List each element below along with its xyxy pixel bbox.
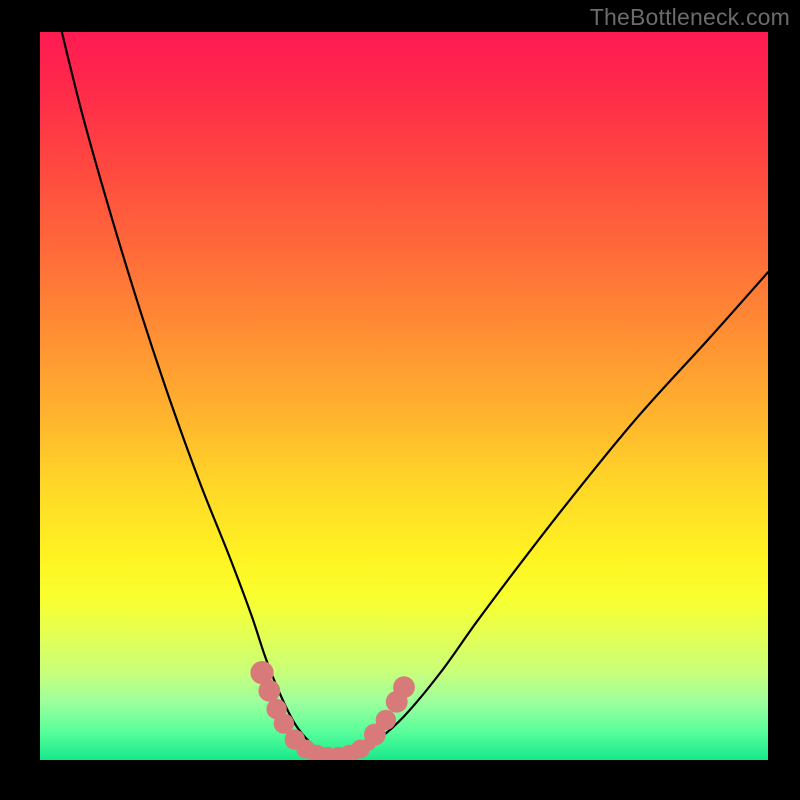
curve-marker bbox=[393, 676, 415, 698]
watermark-text: TheBottleneck.com bbox=[590, 4, 790, 31]
bottleneck-curve bbox=[62, 32, 768, 756]
curve-markers bbox=[250, 661, 415, 760]
curve-svg bbox=[40, 32, 768, 760]
chart-frame: TheBottleneck.com bbox=[0, 0, 800, 800]
curve-notch bbox=[363, 737, 376, 750]
curve-marker bbox=[258, 680, 280, 702]
plot-area bbox=[40, 32, 768, 760]
curve-marker bbox=[376, 710, 396, 730]
